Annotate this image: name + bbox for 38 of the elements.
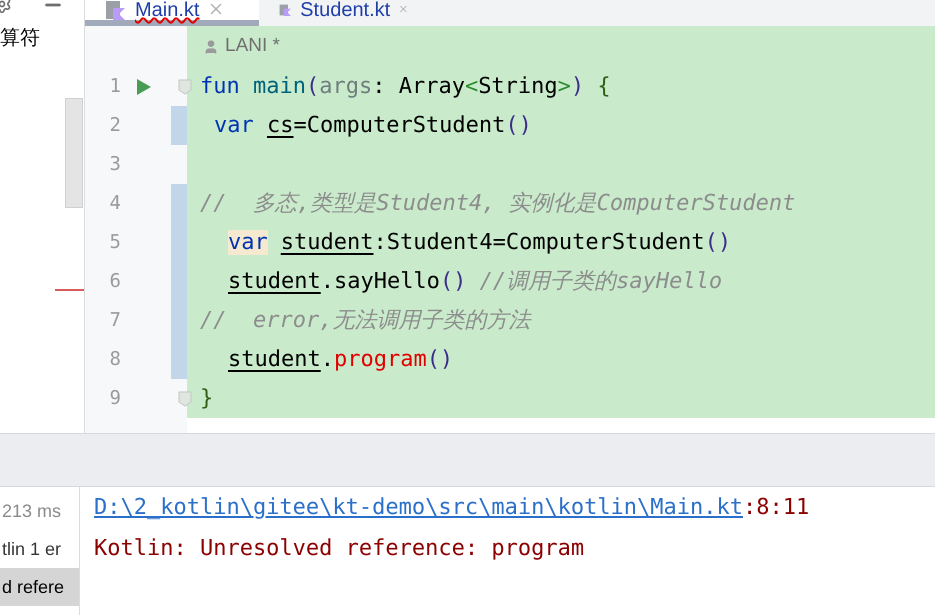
line-number: 7	[108, 308, 121, 334]
scrollbar[interactable]	[65, 98, 83, 208]
line-number: 4	[108, 191, 121, 216]
code-line: student.sayHello() //调用子类的sayHello	[228, 270, 722, 292]
line-number: 9	[108, 386, 121, 412]
author-hint[interactable]: LANI *	[225, 32, 280, 61]
tab-label: Main.kt	[135, 0, 200, 20]
fold-icon[interactable]	[178, 390, 192, 406]
fold-icon[interactable]	[178, 78, 192, 94]
code-line: var cs=ComputerStudent()	[214, 114, 532, 136]
change-marker[interactable]	[171, 184, 187, 223]
editor-tab[interactable]: Main.kt	[85, 0, 259, 26]
line-number: 5	[108, 230, 121, 256]
tab-label: Student.kt	[300, 0, 390, 20]
line-number: 8	[108, 347, 121, 372]
build-tree-item[interactable]: d refere	[0, 568, 79, 606]
line-number: 1	[108, 74, 121, 100]
person-icon	[203, 38, 219, 54]
error-position: :8:11	[743, 494, 810, 522]
line-number: 3	[108, 152, 121, 178]
code-line: }	[200, 388, 214, 410]
line-number: 6	[108, 269, 121, 294]
change-marker[interactable]	[171, 340, 187, 379]
file-link[interactable]: D:\2_kotlin\gitee\kt-demo\src\main\kotlin\Main.kt	[94, 491, 744, 524]
code-line: // 多态,类型是Student4, 实例化是ComputerStudent	[200, 192, 796, 214]
kotlin-file-icon	[105, 0, 127, 20]
panel-text: 算符	[0, 28, 40, 48]
error-message: Kotlin: Unresolved reference: program	[94, 535, 586, 563]
line-number: 2	[108, 113, 121, 138]
code-line: var student:Student4=ComputerStudent()	[228, 232, 732, 254]
change-marker[interactable]	[171, 106, 187, 145]
code-line: // error,无法调用子类的方法	[200, 310, 530, 332]
code-line: fun main(args: Array<String>) {	[200, 76, 611, 98]
editor-tab[interactable]: Student.kt	[259, 0, 429, 26]
error-stripe	[55, 289, 84, 291]
code-line: student.program()	[228, 348, 454, 370]
build-tree-item[interactable]: tlin 1 er	[0, 530, 79, 568]
run-icon[interactable]	[137, 78, 151, 94]
